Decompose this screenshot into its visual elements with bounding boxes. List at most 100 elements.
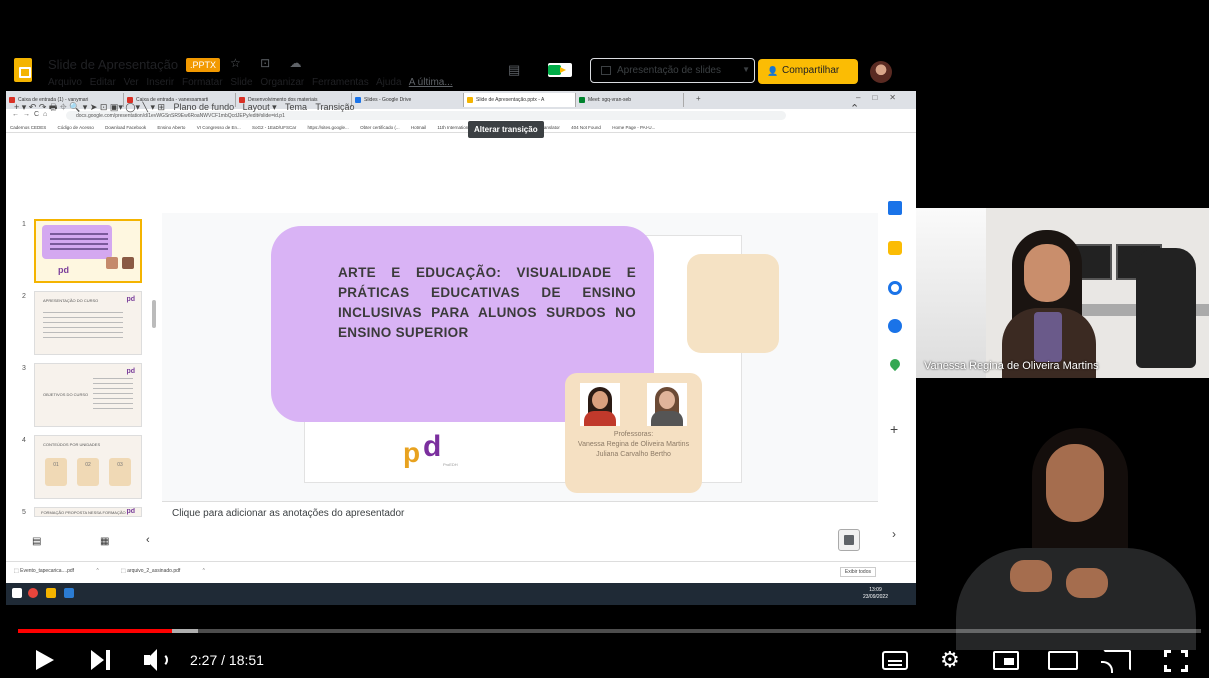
slides-logo-icon[interactable]	[14, 58, 32, 82]
share-button[interactable]: 👤 Compartilhar	[758, 59, 858, 84]
clock-time: 13:09	[869, 587, 882, 593]
share-label: Compartilhar	[782, 65, 840, 76]
settings-gear-icon[interactable]: ⚙	[940, 649, 960, 671]
filmstrip-footer: ▤ ▦ ‹	[6, 528, 156, 556]
menu-inserir[interactable]: Inserir	[146, 77, 174, 88]
logo-letter-d: d	[423, 430, 442, 463]
bookmark-item[interactable]: VI Congresso de En...	[197, 125, 241, 130]
logo-letter-p: p	[403, 437, 421, 468]
menu-editar[interactable]: Editar	[90, 77, 116, 88]
cast-icon[interactable]	[1101, 650, 1131, 673]
filmstrip-scrollbar[interactable]	[152, 300, 156, 328]
participant-name: Vanessa Regina de Oliveira Martins	[924, 360, 1099, 372]
background-button[interactable]: Plano de fundo	[174, 102, 235, 112]
maps-icon[interactable]	[887, 356, 903, 372]
slide-thumbnail[interactable]: FORMAÇÃO PROPOSTA NESSA FORMAÇÃO pd	[34, 507, 142, 517]
bookmark-item[interactable]: Obter certificado (...	[360, 125, 400, 130]
filmstrip-view-icon[interactable]: ▤	[32, 536, 41, 547]
bookmark-item[interactable]: Download Facebook	[105, 125, 146, 130]
beige-decoration-shape[interactable]	[687, 254, 779, 353]
thumbnail-text-lines	[93, 378, 133, 379]
download-item[interactable]: ⬚ arquivo_2_assinado.pdf ⌃	[121, 568, 206, 574]
layout-button[interactable]: Layout ▾	[243, 102, 277, 112]
toolbar-tool-icons[interactable]: + ▾ ↶ ↷ 🖶 ⌖ 🔍 ▾ ➤ ⊡ ▣▾ ◯▾ ╲ ▾ ⊞	[14, 102, 165, 112]
bookmark-item[interactable]: Cadernos CEDES	[10, 125, 46, 130]
menu-ajuda[interactable]: Ajuda	[376, 77, 402, 88]
corner	[1181, 650, 1188, 657]
last-edit-link[interactable]: A última...	[409, 77, 453, 88]
download-filename: arquivo_2_assinado.pdf	[127, 568, 181, 574]
menu-slide[interactable]: Slide	[230, 77, 252, 88]
slide-filmstrip: 1 pd 2 APRESENTAÇÃO DO CURSO pd 3 OBJETI…	[6, 213, 156, 516]
professors-names: Professoras: Vanessa Regina de Oliveira …	[565, 430, 702, 460]
volume-icon[interactable]	[144, 649, 168, 671]
grid-view-icon[interactable]: ▦	[100, 536, 109, 547]
chrome-icon[interactable]	[28, 588, 38, 598]
add-addon-icon[interactable]: +	[890, 421, 898, 437]
professor-photo[interactable]	[580, 383, 620, 426]
menu-formatar[interactable]: Formatar	[182, 77, 223, 88]
miniplayer-icon[interactable]	[993, 651, 1019, 670]
menu-ferramentas[interactable]: Ferramentas	[312, 77, 369, 88]
start-icon[interactable]	[12, 588, 22, 598]
folder-icon[interactable]	[46, 588, 56, 598]
download-item[interactable]: ⬚ Evento_tapecarica....pdf ⌃	[14, 568, 100, 574]
present-slideshow-button[interactable]: Apresentação de slides ▼	[590, 58, 755, 83]
notes-divider[interactable]	[162, 501, 878, 502]
bookmark-item[interactable]: Home Page - PAI-U...	[612, 125, 655, 130]
person-icon: 👤	[767, 66, 779, 76]
transition-button[interactable]: Transição	[315, 102, 354, 112]
editing-toolbar: + ▾ ↶ ↷ 🖶 ⌖ 🔍 ▾ ➤ ⊡ ▣▾ ◯▾ ╲ ▾ ⊞ Plano de…	[14, 100, 874, 118]
calendar-icon[interactable]	[888, 201, 902, 215]
word-icon[interactable]	[64, 588, 74, 598]
slide-thumbnail[interactable]: CONTEÚDOS POR UNIDADES 01 02 03	[34, 435, 142, 499]
professor-photo[interactable]	[647, 383, 687, 426]
played-bar[interactable]	[18, 629, 172, 633]
chevron-down-icon[interactable]: ▼	[742, 65, 750, 74]
slide-title[interactable]: ARTE E EDUCAÇÃO: VISUALIDADE E PRÁTICAS …	[338, 263, 636, 343]
meet-call-icon[interactable]	[548, 63, 572, 77]
bookmark-item[interactable]: https://sites.google...	[308, 125, 349, 130]
slide-thumbnail[interactable]: OBJETIVOS DO CURSO pd	[34, 363, 142, 427]
bookmark-item[interactable]: 404 Not Found	[571, 125, 601, 130]
account-avatar[interactable]	[870, 61, 892, 83]
menu-organizar[interactable]: Organizar	[260, 77, 304, 88]
bookmark-item[interactable]: Hotmail	[411, 125, 426, 130]
bookmark-item[interactable]: Código de Acesso	[58, 125, 94, 130]
fullscreen-icon[interactable]	[1164, 650, 1188, 672]
document-title[interactable]: Slide de Apresentação	[48, 57, 178, 72]
present-label: Apresentação de slides	[617, 65, 721, 76]
taskbar-clock[interactable]: 13:09 23/09/2022	[863, 587, 888, 601]
photo-face	[659, 391, 675, 409]
tasks-icon[interactable]	[888, 281, 902, 295]
keep-icon[interactable]	[888, 241, 902, 255]
pd-logo: p d ProEDH	[403, 432, 463, 470]
corner	[1164, 650, 1171, 657]
speaker-face	[1024, 244, 1070, 302]
next-video-icon[interactable]	[91, 650, 111, 670]
theme-button[interactable]: Tema	[285, 102, 307, 112]
explore-icon[interactable]	[838, 529, 860, 551]
play-icon[interactable]	[36, 650, 54, 670]
video-player[interactable]: Caixa de entrada (1) - vanymari Caixa de…	[0, 0, 1209, 678]
slide-thumbnail[interactable]: pd	[34, 219, 142, 283]
star-move-cloud-icons[interactable]: ☆ ⊡ ☁	[230, 56, 309, 70]
volume-wave	[158, 653, 168, 667]
bookmark-item[interactable]: SoG2 - 1EaD/UFSCar	[252, 125, 296, 130]
theater-mode-icon[interactable]	[1048, 651, 1078, 670]
slide-thumbnail[interactable]: APRESENTAÇÃO DO CURSO pd	[34, 291, 142, 355]
menu-arquivo[interactable]: Arquivo	[48, 77, 82, 88]
interpreter-hand	[1010, 560, 1052, 592]
interpreter-face	[1046, 444, 1104, 522]
show-all-downloads-button[interactable]: Exibir todos	[839, 567, 876, 577]
thumbnail-logo: pd	[126, 368, 135, 375]
chevron-left-icon[interactable]: ‹	[146, 534, 150, 546]
chevron-up-icon[interactable]: ⌃	[850, 102, 859, 115]
comment-history-icon[interactable]: ▤	[508, 62, 520, 78]
speaker-notes-field[interactable]: Clique para adicionar as anotações do ap…	[172, 508, 404, 519]
contacts-icon[interactable]	[888, 319, 902, 333]
subtitles-icon[interactable]	[882, 651, 908, 670]
bookmark-item[interactable]: Ensino Aberto	[157, 125, 185, 130]
chevron-right-icon[interactable]: ›	[892, 527, 896, 541]
menu-ver[interactable]: Ver	[124, 77, 139, 88]
